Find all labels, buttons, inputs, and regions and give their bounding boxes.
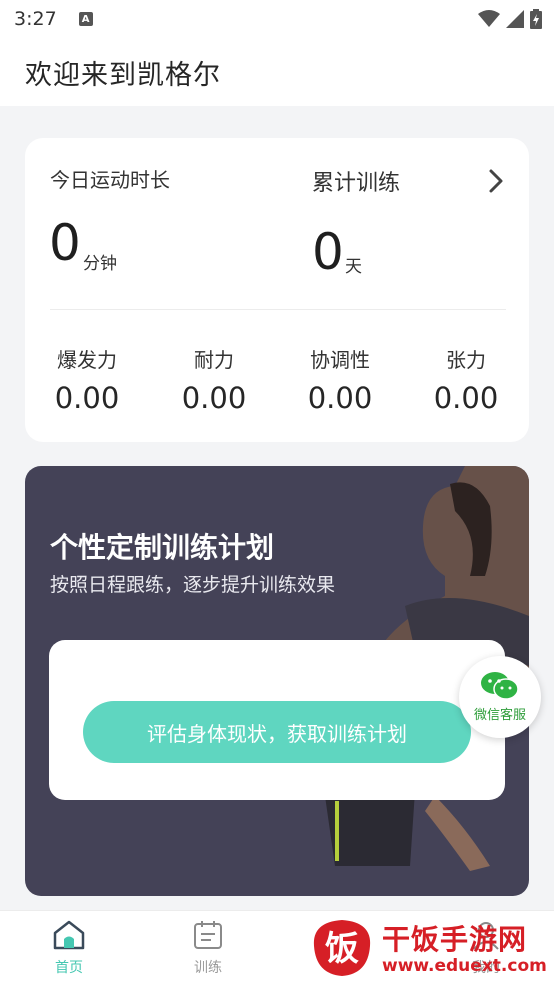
get-training-plan-button[interactable]: 评估身体现状，获取训练计划 — [83, 701, 471, 763]
total-training-value: 0 — [312, 223, 344, 281]
home-icon — [53, 920, 85, 950]
metric-label: 耐力 — [194, 348, 234, 372]
wechat-service-label: 微信客服 — [473, 708, 526, 723]
watermark-url: www.eduext.com — [382, 956, 547, 976]
watermark-title: 干饭手游网 — [382, 923, 528, 956]
nav-item-home[interactable]: 首页 — [29, 919, 109, 977]
status-bar: 3:27 A — [0, 0, 554, 38]
total-training-unit: 天 — [345, 257, 362, 277]
stats-divider — [50, 309, 506, 310]
app-header: 欢迎来到凯格尔 — [0, 38, 554, 106]
today-duration-value: 0 — [49, 214, 81, 272]
cta-card: 评估身体现状，获取训练计划 — [49, 640, 505, 800]
page-title: 欢迎来到凯格尔 — [25, 59, 221, 91]
wechat-service-button[interactable]: 微信客服 — [459, 656, 541, 738]
nav-label-home: 首页 — [55, 960, 83, 976]
banner-subtitle: 按照日程跟练，逐步提升训练效果 — [50, 574, 336, 596]
metric-explosive: 爆发力 0.00 — [37, 344, 137, 415]
training-plan-banner: 个性定制训练计划 按照日程跟练，逐步提升训练效果 评估身体现状，获取训练计划 — [25, 466, 529, 896]
today-duration-label: 今日运动时长 — [50, 168, 170, 192]
banner-title: 个性定制训练计划 — [50, 531, 275, 564]
metric-label: 张力 — [446, 348, 486, 372]
status-icons — [478, 9, 542, 29]
battery-icon — [530, 9, 542, 29]
today-duration-unit: 分钟 — [83, 254, 117, 274]
chevron-right-icon[interactable] — [485, 168, 507, 194]
metric-label: 爆发力 — [57, 348, 117, 372]
metric-tension: 张力 0.00 — [416, 344, 516, 415]
metric-coordination: 协调性 0.00 — [290, 344, 390, 415]
stats-card: 今日运动时长 0 分钟 累计训练 0 天 爆发力 0.00 耐力 0.00 协调… — [25, 138, 529, 442]
signal-icon — [506, 10, 524, 28]
calendar-icon — [194, 921, 222, 949]
metric-value: 0.00 — [307, 381, 373, 415]
nav-item-training[interactable]: 训练 — [168, 919, 248, 977]
nav-label-training: 训练 — [194, 960, 222, 976]
notification-a-icon: A — [78, 12, 93, 26]
total-training-label[interactable]: 累计训练 — [312, 165, 400, 197]
metric-value: 0.00 — [181, 381, 247, 415]
metric-endurance: 耐力 0.00 — [164, 344, 264, 415]
watermark-logo: 饭 — [313, 920, 371, 976]
watermark: 饭 干饭手游网 www.eduext.com — [306, 916, 547, 980]
metric-value: 0.00 — [433, 381, 499, 415]
wechat-icon — [481, 672, 519, 700]
wifi-icon — [478, 10, 500, 27]
metric-value: 0.00 — [54, 381, 120, 415]
metric-label: 协调性 — [310, 348, 370, 372]
status-time: 3:27 — [14, 8, 57, 30]
watermark-logo-glyph: 饭 — [325, 929, 359, 969]
